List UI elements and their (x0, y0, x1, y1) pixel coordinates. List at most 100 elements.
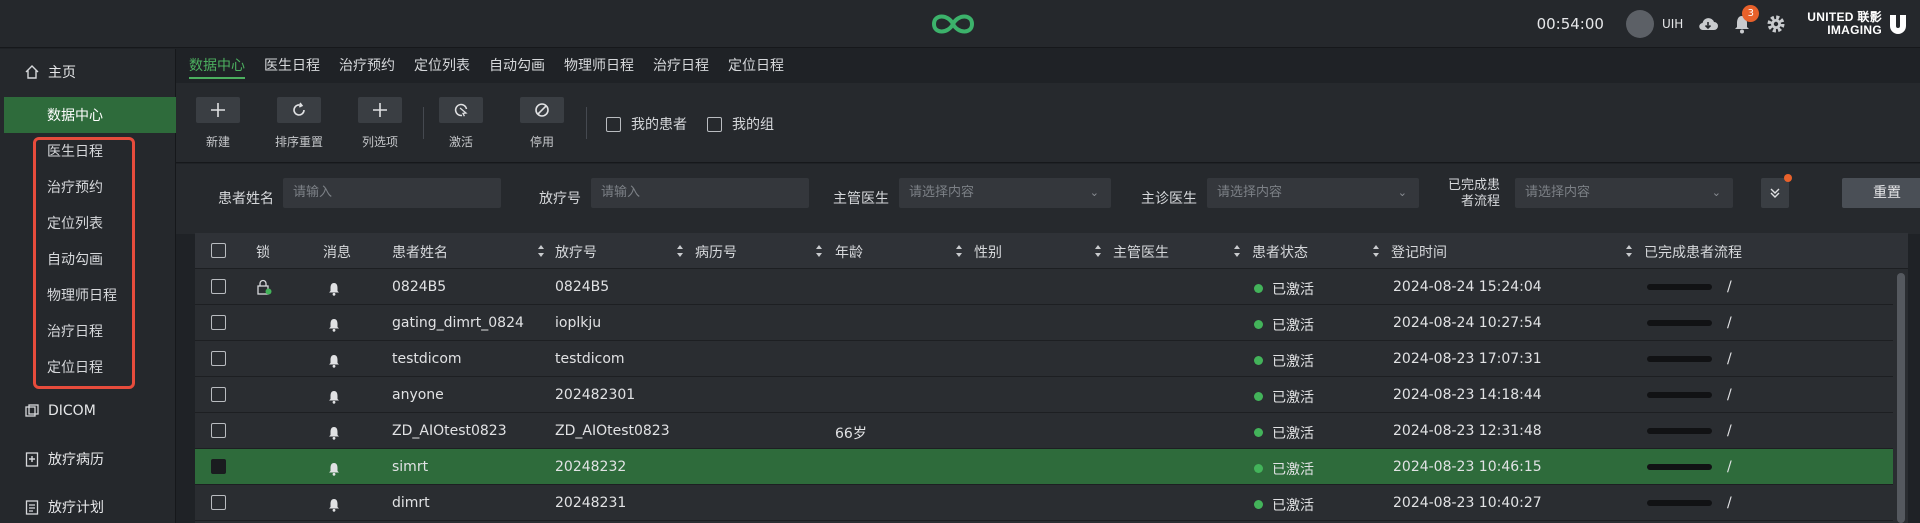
sort-icon[interactable] (537, 244, 545, 258)
cell-patient-status: 已激活 (1272, 390, 1314, 406)
avatar[interactable] (1625, 10, 1654, 38)
col-record-number[interactable]: 病历号 (695, 242, 737, 262)
completed-flow-select[interactable]: 请选择内容 ⌄ (1515, 178, 1733, 208)
table-row[interactable]: dimrt 20248231 已激活 2024-08-23 10:40:27 / (195, 485, 1893, 521)
sidebar-section-dicom[interactable]: DICOM (0, 388, 176, 434)
username[interactable]: UIH (1662, 17, 1683, 31)
sort-icon[interactable] (1625, 244, 1633, 258)
toolbar-divider (586, 107, 587, 139)
sort-icon[interactable] (815, 244, 823, 258)
cell-rt-number: 20248232 (555, 459, 627, 475)
row-checkbox[interactable] (211, 351, 226, 366)
col-message: 消息 (323, 245, 351, 261)
cell-completed-flow: / (1727, 495, 1732, 511)
my-group-checkbox[interactable]: 我的组 (707, 114, 774, 134)
col-rt-number[interactable]: 放疗号 (555, 242, 597, 262)
select-all-checkbox[interactable] (211, 243, 226, 258)
sidebar-item-data-center[interactable]: 数据中心 (4, 97, 176, 133)
reset-order-button[interactable]: 排序重置 (271, 97, 327, 150)
cell-patient-name: anyone (392, 387, 444, 403)
chevron-down-icon: ⌄ (1711, 186, 1721, 199)
completed-flow-label-line2: 者流程 (1461, 194, 1501, 209)
column-options-button[interactable]: 列选项 (352, 97, 408, 150)
col-attending-doctor[interactable]: 主管医生 (1113, 242, 1169, 262)
sidebar-section-plan[interactable]: 放疗计划 (0, 484, 176, 523)
gear-icon[interactable] (1765, 13, 1787, 35)
top-bar: 00:54:00 UIH 3 UNITED 联影 IMAGING (0, 0, 1920, 48)
sidebar-section-medical-record[interactable]: 放疗病历 (0, 436, 176, 482)
table-row[interactable]: testdicom testdicom 已激活 2024-08-23 17:07:31… (195, 341, 1893, 377)
sort-icon[interactable] (1233, 244, 1241, 258)
table-row[interactable]: 0824B5 0824B5 已激活 2024-08-24 15:24:04 / (195, 269, 1893, 305)
row-checkbox[interactable] (211, 495, 226, 510)
reset-order-label: 排序重置 (274, 135, 323, 149)
toolbar-divider (423, 107, 424, 139)
tab-auto-contour[interactable]: 自动勾画 (489, 49, 545, 79)
table-row[interactable]: simrt 20248232 已激活 2024-08-23 10:46:15 / (195, 449, 1893, 485)
col-lock: 锁 (256, 245, 270, 261)
bell-icon[interactable] (328, 354, 340, 368)
row-checkbox[interactable] (211, 459, 226, 474)
scrollbar-thumb[interactable] (1897, 273, 1905, 523)
status-dot (1254, 500, 1263, 509)
tab-positioning-schedule[interactable]: 定位日程 (728, 49, 784, 79)
col-age[interactable]: 年龄 (835, 242, 863, 262)
sidebar-home-label: 主页 (48, 65, 76, 81)
sort-icon[interactable] (1094, 244, 1102, 258)
sort-icon[interactable] (1372, 244, 1380, 258)
table-row[interactable]: ZD_AIOtest0823 ZD_AIOtest0823 66岁 已激活 2024-0… (195, 413, 1893, 449)
cell-patient-name: testdicom (392, 351, 462, 367)
chevron-down-icon: ⌄ (1397, 186, 1407, 199)
col-patient-name[interactable]: 患者姓名 (392, 242, 448, 262)
brand-line-2: IMAGING (1827, 23, 1882, 37)
sort-icon[interactable] (676, 244, 684, 258)
sidebar-home[interactable]: 主页 (0, 49, 176, 95)
attending-doctor-select[interactable]: 请选择内容 ⌄ (899, 178, 1111, 208)
rt-number-input[interactable]: 请输入 (591, 178, 809, 208)
row-checkbox[interactable] (211, 423, 226, 438)
checkbox[interactable] (707, 116, 722, 132)
tab-doctor-schedule[interactable]: 医生日程 (264, 49, 320, 79)
bell-icon[interactable] (328, 426, 340, 440)
bell-icon[interactable] (328, 462, 340, 476)
tab-treatment-schedule[interactable]: 治疗日程 (653, 49, 709, 79)
cell-rt-number: 202482301 (555, 387, 636, 403)
reset-button[interactable]: 重置 (1842, 178, 1920, 208)
row-checkbox[interactable] (211, 315, 226, 330)
bell-icon[interactable]: 3 (1731, 5, 1760, 35)
cloud-icon[interactable] (1697, 13, 1719, 35)
checkbox[interactable] (606, 116, 621, 132)
tab-physicist-schedule[interactable]: 物理师日程 (564, 49, 634, 79)
patient-name-input[interactable]: 请输入 (283, 178, 501, 208)
tab-treatment-booking[interactable]: 治疗预约 (339, 49, 395, 79)
completed-flow-label: 已完成患 者流程 (1448, 178, 1500, 210)
table-row[interactable]: anyone 202482301 已激活 2024-08-23 14:18:44 / (195, 377, 1893, 413)
activate-button[interactable]: 激活 (433, 97, 489, 150)
status-dot (1254, 464, 1263, 473)
disable-label: 停用 (529, 135, 554, 149)
table-row[interactable]: gating_dimrt_0824 ioplkju 已激活 2024-08-24 10… (195, 305, 1893, 341)
row-checkbox[interactable] (211, 387, 226, 402)
bell-icon[interactable] (328, 282, 340, 296)
tab-bar: 数据中心 医生日程 治疗预约 定位列表 自动勾画 物理师日程 治疗日程 定位日程 (176, 49, 1920, 83)
new-button[interactable]: 新建 (190, 97, 246, 150)
bell-icon[interactable] (328, 390, 340, 404)
sort-icon[interactable] (955, 244, 963, 258)
highlight-box (33, 137, 135, 389)
bell-icon[interactable] (328, 318, 340, 332)
diagnosing-doctor-select[interactable]: 请选择内容 ⌄ (1207, 178, 1419, 208)
expand-filters-button[interactable] (1761, 178, 1789, 208)
tab-data-center[interactable]: 数据中心 (189, 49, 245, 79)
col-patient-status[interactable]: 患者状态 (1252, 242, 1308, 262)
lock-icon[interactable] (256, 279, 272, 295)
sidebar-section-dicom-label: DICOM (48, 403, 96, 419)
col-gender[interactable]: 性别 (974, 242, 1002, 262)
my-patients-checkbox[interactable]: 我的患者 (606, 114, 687, 134)
disable-button[interactable]: 停用 (514, 97, 570, 150)
tab-positioning-list[interactable]: 定位列表 (414, 49, 470, 79)
bell-icon[interactable] (328, 498, 340, 512)
row-checkbox[interactable] (211, 279, 226, 294)
cell-register-time: 2024-08-23 12:31:48 (1393, 423, 1542, 439)
col-register-time[interactable]: 登记时间 (1391, 242, 1447, 262)
col-completed-flow[interactable]: 已完成患者流程 (1644, 242, 1742, 262)
